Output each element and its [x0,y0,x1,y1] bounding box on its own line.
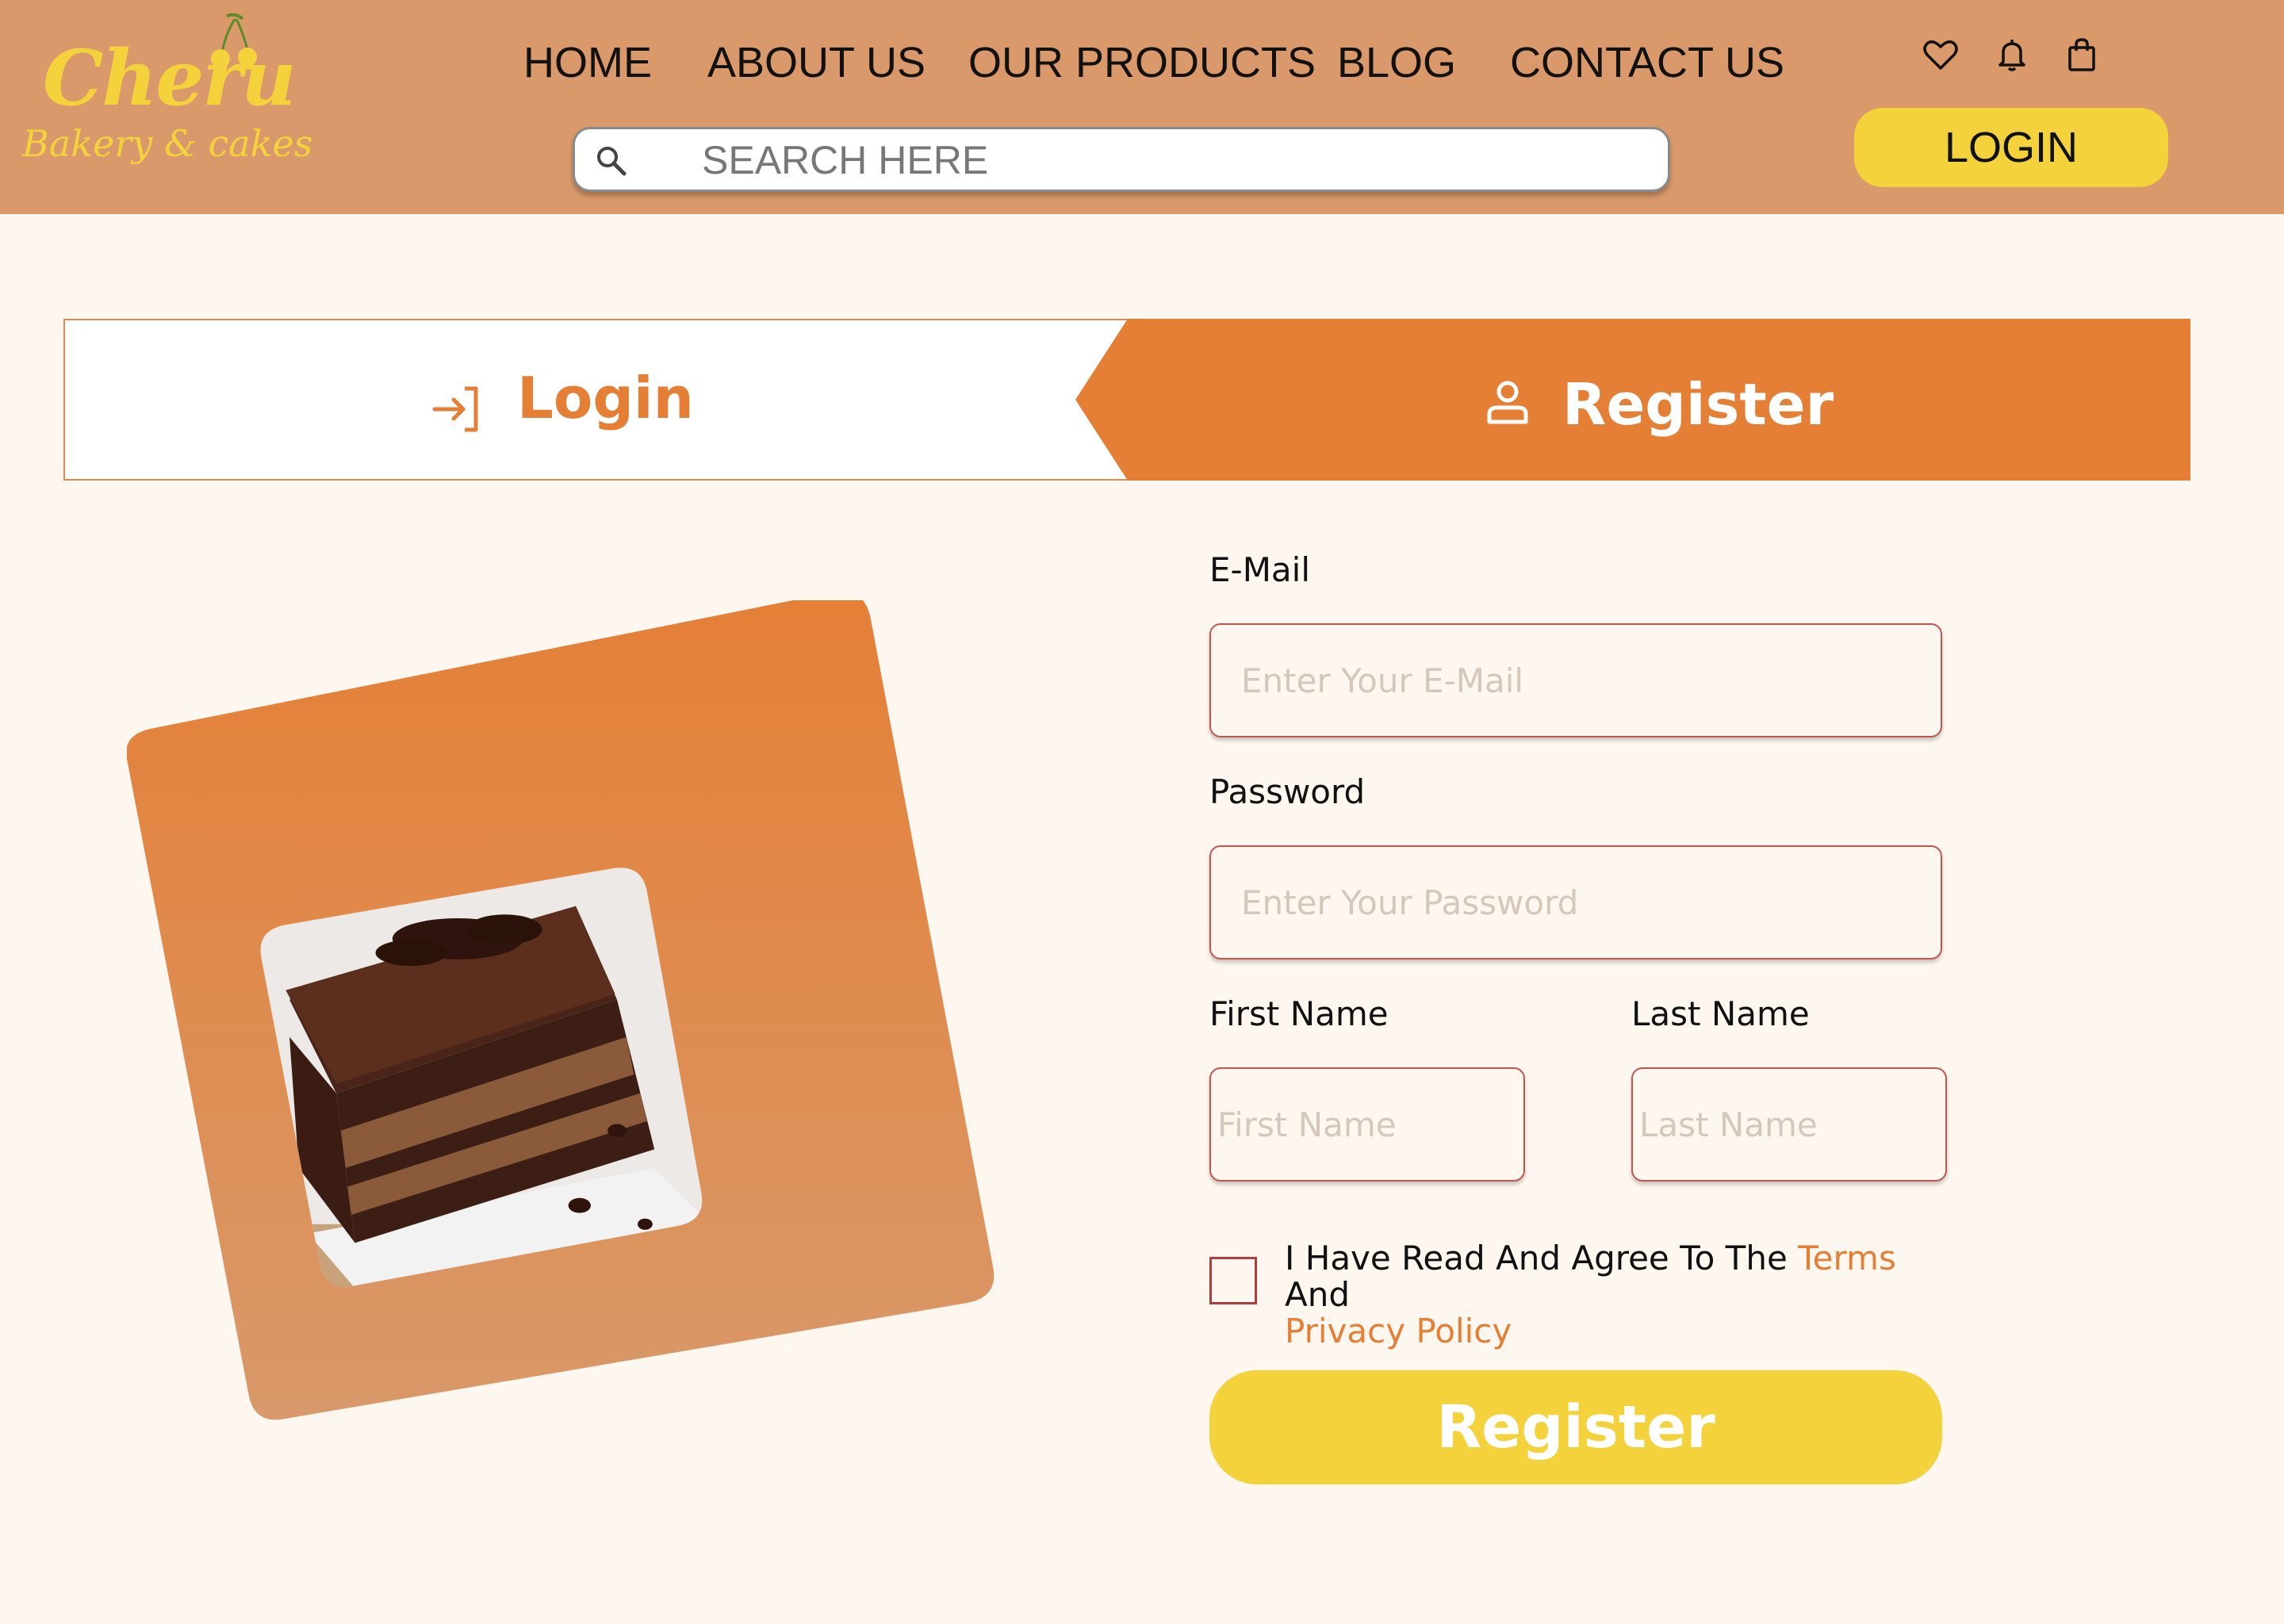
bell-icon[interactable] [1992,35,2032,75]
password-field[interactable] [1209,845,1942,959]
cake-photo [127,600,994,1420]
agree-checkbox[interactable] [1209,1257,1257,1304]
first-name-field[interactable] [1209,1067,1525,1182]
user-icon [1487,381,1528,424]
agree-middle: And [1285,1275,1351,1314]
nav-blog[interactable]: BLOG [1337,35,1456,90]
terms-link[interactable]: Terms [1798,1239,1896,1277]
tab-register-label: Register [1562,371,1834,438]
last-name-label: Last Name [1631,994,1810,1033]
agree-text: I Have Read And Agree To The Terms And P… [1285,1240,1967,1350]
search-input[interactable] [702,136,1638,185]
tab-login[interactable]: Login [65,320,1128,479]
login-icon [432,386,478,432]
tab-register[interactable]: Register [1075,319,2190,481]
privacy-policy-link[interactable]: Privacy Policy [1285,1312,1512,1350]
tab-login-label: Login [517,365,694,431]
header-login-button[interactable]: LOGIN [1854,108,2168,187]
site-header: Cheru Bakery & cakes HOME ABOUT US OUR P… [0,0,2284,214]
email-field[interactable] [1209,623,1942,737]
nav-home[interactable]: HOME [523,35,652,90]
heart-icon[interactable] [1921,35,1960,75]
brand-name: Cheru [43,33,297,123]
password-label: Password [1209,772,1366,811]
register-button[interactable]: Register [1209,1370,1942,1484]
search-bar [573,127,1670,192]
agree-prefix: I Have Read And Agree To The [1285,1239,1799,1277]
first-name-label: First Name [1209,994,1389,1033]
auth-tabs: Login Register [63,319,2190,481]
search-icon[interactable] [594,144,629,178]
email-label: E-Mail [1209,550,1311,589]
brand-logo[interactable]: Cheru Bakery & cakes [22,11,312,186]
nav-our-products[interactable]: OUR PRODUCTS [968,35,1316,90]
brand-tagline: Bakery & cakes [22,122,313,165]
nav-contact-us[interactable]: CONTACT US [1510,35,1784,90]
last-name-field[interactable] [1631,1067,1947,1182]
nav-about-us[interactable]: ABOUT US [707,35,925,90]
shopping-bag-icon[interactable] [2062,35,2102,75]
